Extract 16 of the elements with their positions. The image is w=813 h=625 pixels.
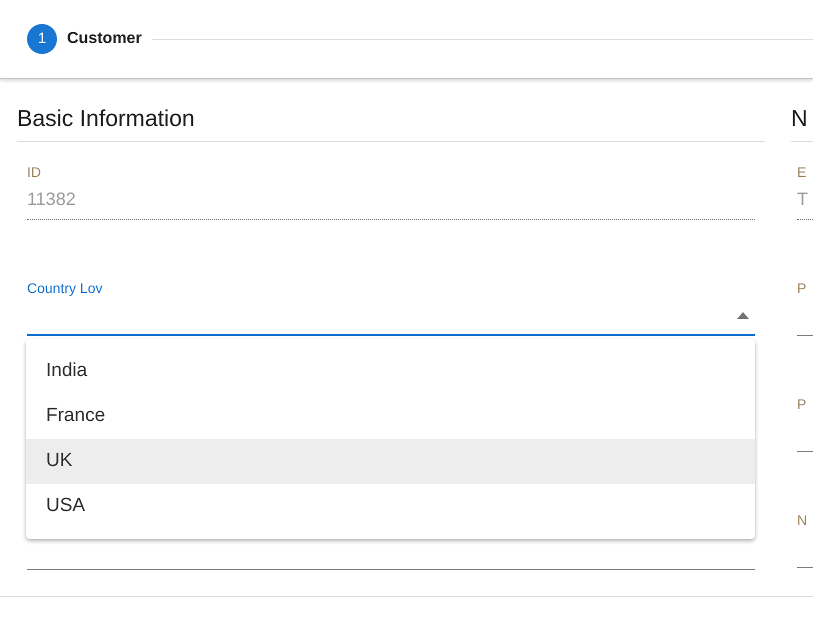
menu-option[interactable]: USA: [26, 484, 755, 529]
menu-option[interactable]: India: [26, 349, 755, 394]
field-label: P: [797, 396, 808, 412]
field-label: P: [797, 280, 808, 296]
step-label: Customer: [67, 29, 142, 49]
field-label: E: [797, 164, 808, 180]
section-title: Basic Information: [17, 99, 765, 142]
step-tab[interactable]: 1 Customer: [27, 24, 813, 54]
field-label: ID: [27, 164, 42, 180]
menu-option[interactable]: UK: [26, 439, 755, 484]
menu-option[interactable]: France: [26, 394, 755, 439]
section-title: N: [791, 99, 813, 142]
field-label: Country Lov: [27, 280, 104, 296]
step-number: 1: [27, 24, 57, 54]
field-label: N: [797, 512, 808, 528]
caret-icon: [737, 312, 749, 318]
